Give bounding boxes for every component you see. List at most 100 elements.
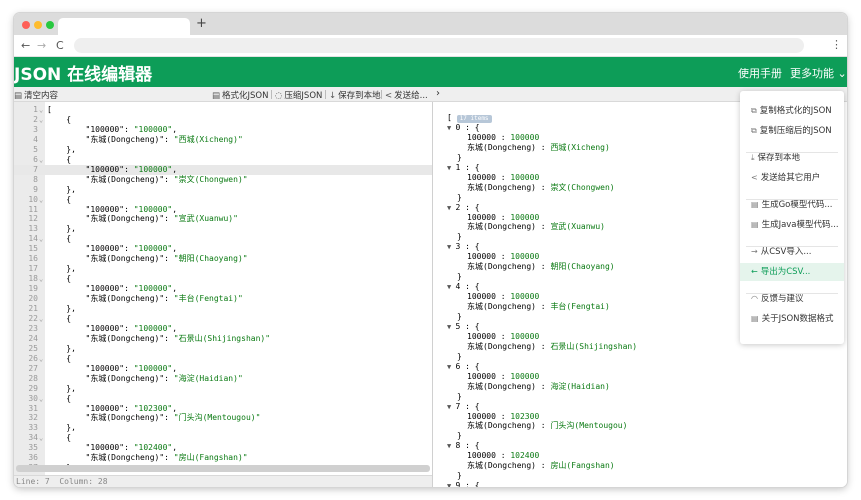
clear-button[interactable]: ▤ 清空内容 [14, 89, 58, 101]
tree-close[interactable]: } [457, 392, 462, 402]
code-line[interactable]: 28 "东城(Dongcheng)": "海淀(Haidian)" [14, 374, 432, 384]
code-line[interactable]: 33 }, [14, 423, 432, 433]
code-line[interactable]: 12 "东城(Dongcheng)": "宣武(Xuanwu)" [14, 214, 432, 224]
code-line[interactable]: 18 ⌄ { [14, 274, 432, 284]
tree-field[interactable]: 东城(Dongcheng) : 海淀(Haidian) [467, 382, 610, 392]
browser-tab[interactable] [58, 18, 190, 35]
fold-toggle-icon[interactable]: ⌄ [39, 274, 43, 284]
code-line[interactable]: 24 "东城(Dongcheng)": "石景山(Shijingshan)" [14, 334, 432, 344]
fold-toggle-icon[interactable]: ⌄ [39, 433, 43, 443]
tree-close[interactable]: } [457, 153, 462, 163]
code-line[interactable]: 14 ⌄ { [14, 234, 432, 244]
reload-icon[interactable]: C [56, 39, 64, 52]
fold-toggle-icon[interactable]: ⌄ [39, 354, 43, 364]
save-button[interactable]: ↓ 保存到本地 [329, 89, 381, 101]
tree-close[interactable]: } [457, 272, 462, 282]
tree-field[interactable]: 100000 : 100000 [467, 252, 539, 262]
tree-object-node[interactable]: ▼ 4 : { [447, 282, 480, 292]
code-line[interactable]: 35 "100000": "102400", [14, 443, 432, 453]
tree-object-node[interactable]: ▼ 9 : { [447, 481, 480, 487]
tree-object-node[interactable]: ▼ 5 : { [447, 322, 480, 332]
close-window-button[interactable] [22, 21, 30, 29]
tree-field[interactable]: 东城(Dongcheng) : 石景山(Shijingshan) [467, 342, 637, 352]
code-line[interactable]: 22 ⌄ { [14, 314, 432, 324]
code-line[interactable]: 20 "东城(Dongcheng)": "丰台(Fengtai)" [14, 294, 432, 304]
code-line[interactable]: 27 "100000": "100000", [14, 364, 432, 374]
fold-toggle-icon[interactable]: ⌄ [39, 195, 43, 205]
code-line[interactable]: 8 "东城(Dongcheng)": "崇文(Chongwen)" [14, 175, 432, 185]
code-line[interactable]: 17 }, [14, 264, 432, 274]
menu-item[interactable]: ▤ 关于JSON数据格式 [740, 310, 844, 328]
code-line[interactable]: 25 }, [14, 344, 432, 354]
code-line[interactable]: 5 }, [14, 145, 432, 155]
tree-field[interactable]: 100000 : 102300 [467, 412, 539, 422]
code-line[interactable]: 4 "东城(Dongcheng)": "西城(Xicheng)" [14, 135, 432, 145]
fold-toggle-icon[interactable]: ⌄ [39, 314, 43, 324]
menu-item[interactable]: ← 导出为CSV... [740, 263, 844, 281]
tree-field[interactable]: 100000 : 100000 [467, 133, 539, 143]
tree-object-node[interactable]: ▼ 6 : { [447, 362, 480, 372]
tree-root[interactable]: [ 17 items [447, 113, 492, 123]
back-icon[interactable]: ← [21, 39, 30, 52]
tree-object-node[interactable]: ▼ 3 : { [447, 242, 480, 252]
tree-field[interactable]: 东城(Dongcheng) : 崇文(Chongwen) [467, 183, 615, 193]
fold-toggle-icon[interactable]: ⌄ [39, 115, 43, 125]
tree-field[interactable]: 100000 : 100000 [467, 292, 539, 302]
tree-field[interactable]: 100000 : 102400 [467, 451, 539, 461]
fold-toggle-icon[interactable]: ⌄ [39, 394, 43, 404]
code-line[interactable]: 26 ⌄ { [14, 354, 432, 364]
tree-close[interactable]: } [457, 431, 462, 441]
code-line[interactable]: 9 }, [14, 185, 432, 195]
tree-field[interactable]: 100000 : 100000 [467, 213, 539, 223]
code-line[interactable]: 21 }, [14, 304, 432, 314]
new-tab-icon[interactable]: + [196, 16, 207, 31]
menu-item[interactable]: ⧉ 复制压缩后的JSON [740, 122, 844, 140]
tree-field[interactable]: 东城(Dongcheng) : 房山(Fangshan) [467, 461, 615, 471]
tree-field[interactable]: 100000 : 100000 [467, 372, 539, 382]
compress-button[interactable]: ◌ 压缩JSON [275, 89, 322, 101]
format-button[interactable]: ▤ 格式化JSON [212, 89, 268, 101]
fold-toggle-icon[interactable]: ⌄ [39, 105, 43, 115]
manual-link[interactable]: 使用手册 [738, 65, 782, 81]
code-line[interactable]: 19 "100000": "100000", [14, 284, 432, 294]
code-line[interactable]: 3 "100000": "100000", [14, 125, 432, 135]
maximize-window-button[interactable] [46, 21, 54, 29]
tree-close[interactable]: } [457, 352, 462, 362]
code-line[interactable]: 36 "东城(Dongcheng)": "房山(Fangshan)" [14, 453, 432, 463]
tree-field[interactable]: 东城(Dongcheng) : 朝阳(Chaoyang) [467, 262, 615, 272]
code-line[interactable]: 15 "100000": "100000", [14, 244, 432, 254]
code-line[interactable]: 34 ⌄ { [14, 433, 432, 443]
tree-close[interactable]: } [457, 193, 462, 203]
code-editor[interactable]: 1 ⌄[2 ⌄ {3 "100000": "100000", 4 "东城(Dongch… [14, 102, 432, 475]
browser-menu-icon[interactable]: ⋮ [831, 38, 842, 51]
horizontal-scrollbar[interactable] [16, 465, 430, 472]
tree-field[interactable]: 东城(Dongcheng) : 宣武(Xuanwu) [467, 222, 605, 232]
forward-icon[interactable]: → [37, 39, 46, 52]
code-line[interactable]: 10 ⌄ { [14, 195, 432, 205]
fold-toggle-icon[interactable]: ⌄ [39, 155, 43, 165]
fold-toggle-icon[interactable]: ⌄ [39, 234, 43, 244]
menu-item[interactable]: ▤ 生成Java模型代码... [740, 216, 844, 234]
expand-arrow-icon[interactable]: › [436, 88, 440, 99]
tree-object-node[interactable]: ▼ 8 : { [447, 441, 480, 451]
code-line[interactable]: 2 ⌄ { [14, 115, 432, 125]
code-line[interactable]: 13 }, [14, 224, 432, 234]
tree-object-node[interactable]: ▼ 7 : { [447, 402, 480, 412]
tree-field[interactable]: 东城(Dongcheng) : 门头沟(Mentougou) [467, 421, 627, 431]
address-bar[interactable] [74, 38, 804, 53]
send-button[interactable]: < 发送给... [385, 89, 428, 101]
code-line[interactable]: 29 }, [14, 384, 432, 394]
code-line[interactable]: 16 "东城(Dongcheng)": "朝阳(Chaoyang)" [14, 254, 432, 264]
code-line[interactable]: 32 "东城(Dongcheng)": "门头沟(Mentougou)" [14, 413, 432, 423]
tree-field[interactable]: 100000 : 100000 [467, 332, 539, 342]
code-line[interactable]: 23 "100000": "100000", [14, 324, 432, 334]
code-line[interactable]: 31 "100000": "102300", [14, 404, 432, 414]
tree-field[interactable]: 东城(Dongcheng) : 丰台(Fengtai) [467, 302, 610, 312]
tree-object-node[interactable]: ▼ 0 : { [447, 123, 480, 133]
more-features-menu[interactable]: 更多功能 ⌄ [790, 65, 847, 81]
tree-field[interactable]: 东城(Dongcheng) : 西城(Xicheng) [467, 143, 610, 153]
tree-object-node[interactable]: ▼ 2 : { [447, 203, 480, 213]
tree-object-node[interactable]: ▼ 1 : { [447, 163, 480, 173]
tree-close[interactable]: } [457, 471, 462, 481]
code-line[interactable]: 6 ⌄ { [14, 155, 432, 165]
